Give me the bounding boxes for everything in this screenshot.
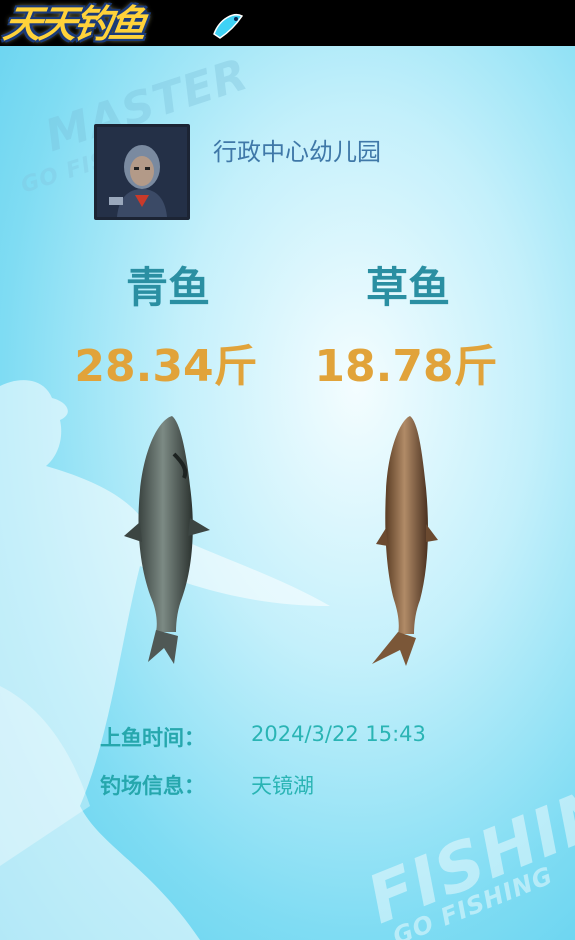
venue-name: 行政中心幼儿园 [213,138,381,166]
fish-name-2: 草鱼 [365,263,450,312]
game-logo: 天天钓鱼 [0,2,148,46]
catch-record-card: MASTER GO FISHING 行政中心幼儿园 青鱼 草鱼 28.34斤 1… [0,46,575,940]
top-banner: 天天钓鱼 [0,0,575,46]
fish-weight-1: 28.34斤 [74,341,258,392]
catch-time-value: 2024/3/22 15:43 [251,722,426,746]
black-carp-image [124,416,210,664]
catch-time-label: 上鱼时间： [100,726,205,750]
fishing-spot-value: 天镜湖 [251,774,314,798]
fishing-spot-label: 钓场信息： [100,774,205,798]
avatar-portrait-icon [97,127,187,217]
fish-weight-2: 18.78斤 [314,341,498,392]
grass-carp-image [372,416,438,666]
fish-name-1: 青鱼 [125,263,210,312]
angler-silhouette [0,380,330,940]
player-avatar[interactable] [94,124,190,220]
logo-fish-icon [213,14,244,39]
